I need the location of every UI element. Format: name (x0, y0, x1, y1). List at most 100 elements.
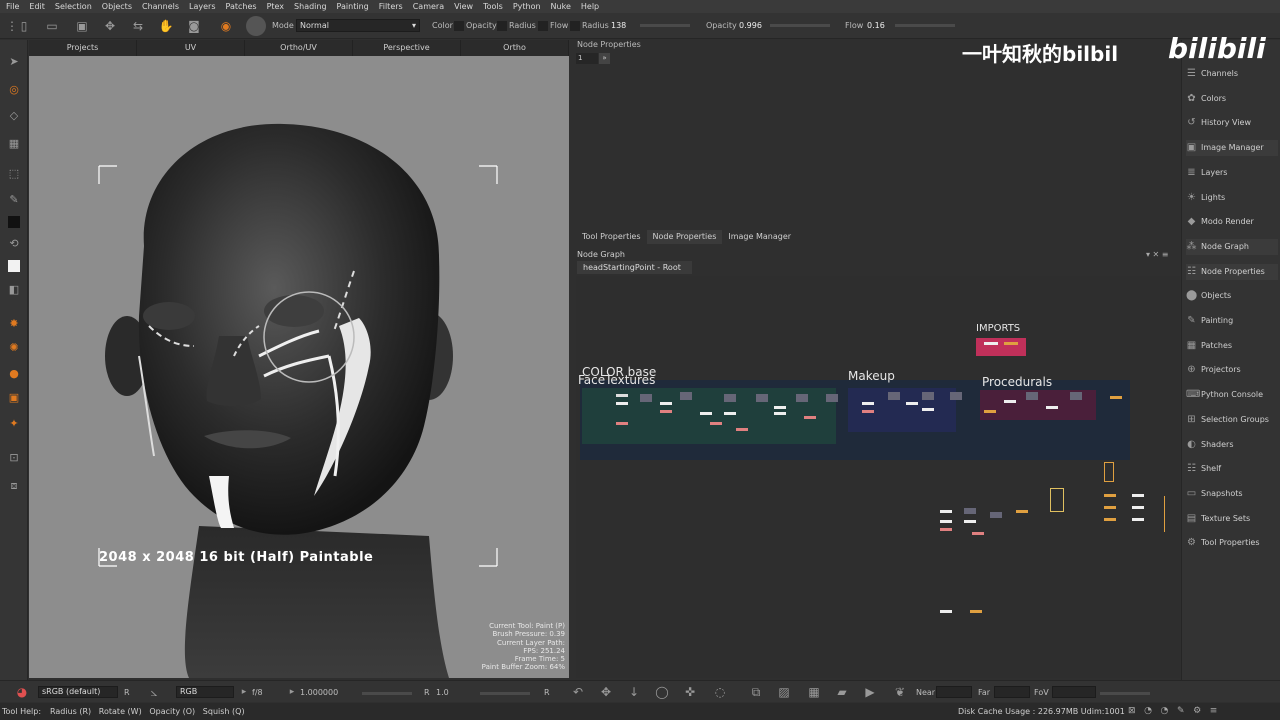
foreground-color-swatch[interactable] (8, 216, 20, 228)
graph-node[interactable] (756, 394, 768, 402)
graph-node[interactable] (972, 532, 984, 535)
grab-icon[interactable]: ✋ (158, 18, 174, 34)
graph-node[interactable] (1132, 494, 1144, 497)
graph-node[interactable] (616, 394, 628, 397)
menu-item-filters[interactable]: Filters (379, 2, 403, 11)
tab-ortho-uv[interactable]: Ortho/UV (245, 40, 353, 56)
graph-node[interactable] (862, 410, 874, 413)
graph-node[interactable] (922, 408, 934, 411)
tab-projects[interactable]: Projects (29, 40, 137, 56)
undo-arrow-icon[interactable]: ↶ (570, 684, 586, 700)
marquee-select-icon[interactable]: ⬚ (6, 166, 22, 182)
graph-node[interactable] (1110, 396, 1122, 399)
film-icon[interactable]: ▶ (862, 684, 878, 700)
panel-item-node-properties[interactable]: ☷ Node Properties (1186, 263, 1278, 280)
far-field[interactable] (994, 686, 1030, 698)
down-arrow-icon[interactable]: ↓ (626, 684, 642, 700)
graph-node[interactable] (906, 402, 918, 405)
flow-slider[interactable] (895, 24, 955, 27)
fov-field[interactable] (1052, 686, 1096, 698)
graph-node[interactable] (700, 412, 712, 415)
frame-icon[interactable]: ⊡ (6, 450, 22, 466)
mode-select[interactable]: Normal ▾ (296, 19, 420, 32)
menu-item-shading[interactable]: Shading (294, 2, 327, 11)
viewport[interactable]: 2048 x 2048 16 bit (Half) Paintable Curr… (29, 56, 569, 678)
graph-node[interactable] (736, 428, 748, 431)
curve-icon[interactable]: ⦣ (146, 684, 162, 700)
graph-node[interactable] (940, 528, 952, 531)
graph-node[interactable] (1026, 392, 1038, 400)
graph-node[interactable] (1070, 392, 1082, 400)
panel-item-node-graph[interactable]: ⁂ Node Graph (1186, 238, 1278, 255)
radius-slider[interactable] (640, 24, 690, 27)
tab-image-manager[interactable]: Image Manager (722, 230, 797, 244)
brush-preview-icon[interactable] (246, 16, 266, 36)
image-icon[interactable]: ▨ (776, 684, 792, 700)
select-arrow-icon[interactable]: ➤ (6, 54, 22, 70)
opacity-slider[interactable] (770, 24, 830, 27)
graph-node[interactable] (826, 394, 838, 402)
tab-ortho[interactable]: Ortho (461, 40, 569, 56)
flow-pressure-toggle[interactable] (570, 21, 580, 31)
graph-node[interactable] (1050, 488, 1064, 512)
graph-node[interactable] (616, 402, 628, 405)
sparkle-icon[interactable]: ✦ (6, 416, 22, 432)
graph-node[interactable] (862, 402, 874, 405)
graph-node[interactable] (1132, 506, 1144, 509)
menu-item-painting[interactable]: Painting (337, 2, 369, 11)
radius-value[interactable]: 138 (611, 21, 626, 30)
imports-backdrop[interactable] (976, 338, 1026, 356)
menu-item-edit[interactable]: Edit (29, 2, 45, 11)
graph-node[interactable] (680, 392, 692, 400)
panel-item-objects[interactable]: ⬤ Objects (1186, 288, 1278, 304)
sphere-icon[interactable]: ● (6, 366, 22, 382)
frame-all-icon[interactable]: ⧈ (6, 478, 22, 494)
bake-icon[interactable]: ▣ (6, 390, 22, 406)
graph-node[interactable] (724, 394, 736, 402)
panel-item-layers[interactable]: ≣ Layers (1186, 165, 1278, 181)
fov-slider[interactable] (1100, 692, 1150, 695)
menu-item-tools[interactable]: Tools (483, 2, 503, 11)
tab-node-properties[interactable]: Node Properties (646, 230, 723, 244)
graph-node[interactable] (1016, 510, 1028, 513)
graph-node[interactable] (774, 412, 786, 415)
projection-icon[interactable]: ✸ (6, 316, 22, 332)
graph-node[interactable] (970, 610, 982, 613)
graph-node[interactable] (922, 392, 934, 400)
transform-icon[interactable]: ✥ (102, 18, 118, 34)
tab-tool-properties[interactable]: Tool Properties (576, 230, 647, 244)
graph-node[interactable] (1104, 494, 1116, 497)
panel-item-python-console[interactable]: ⌨Python Console (1186, 387, 1278, 403)
graph-node[interactable] (1164, 496, 1176, 532)
graph-node[interactable] (640, 394, 652, 402)
menu-item-selection[interactable]: Selection (55, 2, 92, 11)
color-wheel-icon[interactable]: ◕ (14, 684, 30, 700)
channel-select[interactable]: RGB (176, 686, 234, 698)
graph-node[interactable] (804, 416, 816, 419)
swap-colors-icon[interactable]: ⟲ (6, 236, 22, 252)
play-icon-2[interactable]: ▸ (284, 684, 300, 700)
move-axis-icon[interactable]: ✥ (598, 684, 614, 700)
grid-select-icon[interactable]: ▦ (806, 684, 822, 700)
graph-node[interactable] (984, 410, 996, 413)
panel-item-snapshots[interactable]: ▭ Snapshots (1186, 486, 1278, 502)
paint-tool-icon[interactable]: ◉ (218, 18, 234, 34)
flow-value[interactable]: 0.16 (867, 21, 885, 30)
panel-item-texture-sets[interactable]: ▤ Texture Sets (1186, 511, 1278, 527)
colorspace-select[interactable]: sRGB (default) (38, 686, 118, 698)
tab-uv[interactable]: UV (137, 40, 245, 56)
graph-node[interactable] (710, 422, 722, 425)
graph-node[interactable] (888, 392, 900, 400)
graph-node[interactable] (774, 406, 786, 409)
menu-item-nuke[interactable]: Nuke (551, 2, 571, 11)
menu-item-camera[interactable]: Camera (413, 2, 444, 11)
panel-item-colors[interactable]: ✿ Colors (1186, 91, 1278, 107)
save-icon[interactable]: ▣ (74, 18, 90, 34)
graph-node[interactable] (1004, 342, 1018, 345)
gamma-value[interactable]: 1.0 (436, 688, 449, 697)
panel-controls-icon[interactable]: ▾ ✕ ≡ (1146, 250, 1169, 259)
expand-icon[interactable]: » (599, 53, 610, 64)
color-swatch[interactable] (454, 21, 464, 31)
panel-item-painting[interactable]: ✎ Painting (1186, 313, 1278, 329)
open-file-icon[interactable]: ▭ (44, 18, 60, 34)
